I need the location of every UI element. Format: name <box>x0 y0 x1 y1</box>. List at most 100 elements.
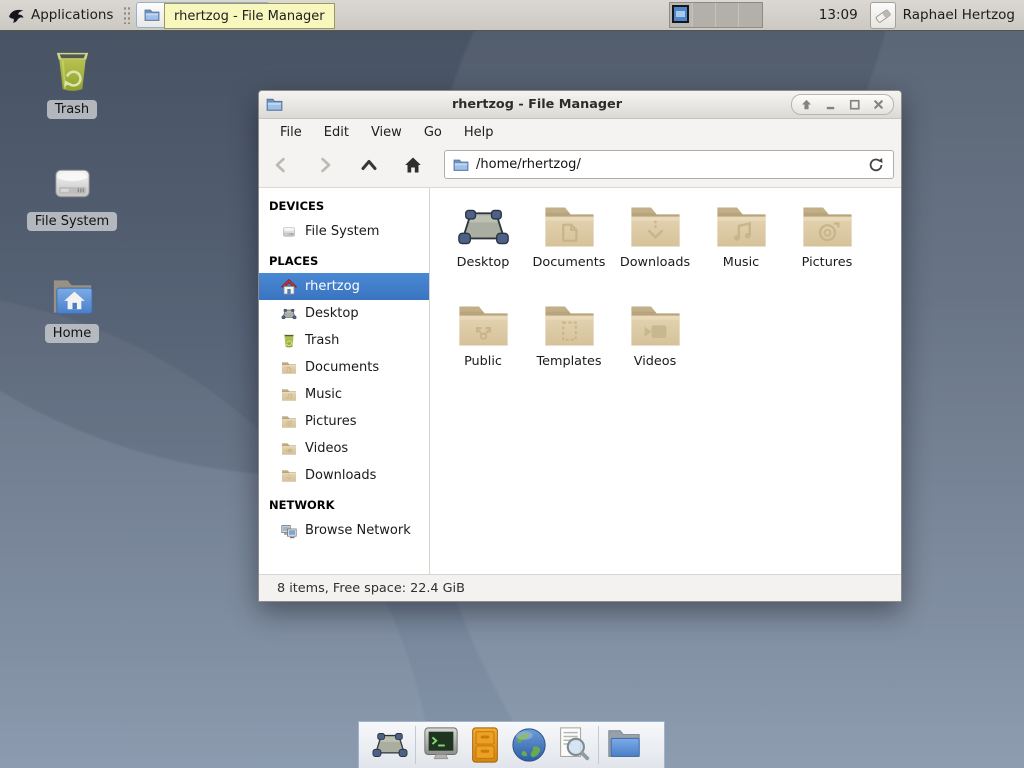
user-icon <box>875 7 891 23</box>
sidebar-item-trash[interactable]: Trash <box>259 327 429 354</box>
home-button[interactable] <box>398 151 428 179</box>
dock <box>358 721 665 768</box>
globe-icon <box>510 726 548 764</box>
home-icon <box>403 155 423 175</box>
network-icon <box>281 523 297 539</box>
sidebar-item-label: Videos <box>305 441 349 456</box>
file-public[interactable]: Public <box>440 297 526 396</box>
dock-show-desktop-button[interactable] <box>368 725 412 765</box>
file-desktop[interactable]: Desktop <box>440 198 526 297</box>
workspace-switcher <box>668 2 763 28</box>
file-label: Templates <box>536 354 602 369</box>
sidebar-item-file-system[interactable]: File System <box>259 218 429 245</box>
user-name[interactable]: Raphael Hertzog <box>903 7 1015 23</box>
top-panel: Applications rhertzog - File Manager rhe… <box>0 0 1024 31</box>
file-downloads[interactable]: Downloads <box>612 198 698 297</box>
sidebar-item-browse-network[interactable]: Browse Network <box>259 517 429 544</box>
blue-folder-icon <box>605 726 643 764</box>
file-templates[interactable]: Templates <box>526 297 612 396</box>
close-button[interactable] <box>871 97 886 112</box>
sidebar-item-desktop[interactable]: Desktop <box>259 300 429 327</box>
dock-file-cabinet-button[interactable] <box>463 725 507 765</box>
sidebar-item-videos[interactable]: Videos <box>259 435 429 462</box>
menu-help[interactable]: Help <box>453 123 505 142</box>
sidebar-item-label: Trash <box>305 333 340 348</box>
sidebar: DEVICES File System PLACES rhertzog Desk… <box>259 188 430 574</box>
file-label: Music <box>722 255 760 270</box>
file-label: Pictures <box>801 255 853 270</box>
sidebar-item-pictures[interactable]: Pictures <box>259 408 429 435</box>
sidebar-item-downloads[interactable]: Downloads <box>259 462 429 489</box>
sidebar-item-rhertzog[interactable]: rhertzog <box>259 273 429 300</box>
file-videos[interactable]: Videos <box>612 297 698 396</box>
sidebar-header-places: PLACES <box>269 254 319 268</box>
trash-icon <box>49 50 96 94</box>
shade-button[interactable] <box>799 97 814 112</box>
workspace-3[interactable] <box>715 3 739 27</box>
reload-button[interactable] <box>867 156 885 174</box>
desktop-icon-label: Trash <box>46 100 98 119</box>
file-label: Documents <box>532 255 606 270</box>
toolbar: /home/rhertzog/ <box>259 147 901 187</box>
desktop-icon-file-system[interactable]: File System <box>24 162 120 231</box>
documents-folder-icon <box>281 360 297 376</box>
dock-terminal-button[interactable] <box>419 725 463 765</box>
menu-go[interactable]: Go <box>413 123 453 142</box>
file-music[interactable]: Music <box>698 198 784 297</box>
terminal-icon <box>422 726 460 764</box>
templates-folder-icon <box>542 301 597 351</box>
user-action-button[interactable] <box>869 1 896 29</box>
file-documents[interactable]: Documents <box>526 198 612 297</box>
clock[interactable]: 13:09 <box>819 7 858 23</box>
icon-grid: Desktop Documents Downloads Music Pictur… <box>440 198 901 396</box>
downloads-folder-icon <box>628 202 683 252</box>
applications-menu[interactable]: Applications <box>0 0 121 30</box>
menu-view[interactable]: View <box>360 123 413 142</box>
file-label: Downloads <box>619 255 691 270</box>
file-view[interactable]: Desktop Documents Downloads Music Pictur… <box>430 188 901 574</box>
minimize-button[interactable] <box>823 97 838 112</box>
sidebar-item-label: Downloads <box>305 468 377 483</box>
documents-folder-icon <box>542 202 597 252</box>
sidebar-item-documents[interactable]: Documents <box>259 354 429 381</box>
menubar: File Edit View Go Help <box>259 119 901 147</box>
sidebar-item-label: rhertzog <box>305 279 360 294</box>
dock-file-manager-button[interactable] <box>602 725 646 765</box>
workspace-2[interactable] <box>692 3 716 27</box>
desktop-icon-trash[interactable]: Trash <box>24 50 120 119</box>
back-button[interactable] <box>266 151 296 179</box>
tasklist-grip[interactable] <box>123 6 131 24</box>
desktop-icon-label: File System <box>26 212 118 231</box>
sidebar-item-music[interactable]: Music <box>259 381 429 408</box>
location-folder-icon <box>453 157 469 173</box>
window-title: rhertzog - File Manager <box>451 97 623 112</box>
workspace-window-thumbnail <box>671 5 689 23</box>
dock-web-browser-button[interactable] <box>507 725 551 765</box>
pictures-folder-icon <box>281 414 297 430</box>
forward-button[interactable] <box>310 151 340 179</box>
titlebar[interactable]: rhertzog - File Manager <box>259 91 901 119</box>
workspace-1[interactable] <box>669 3 693 27</box>
workspace-4[interactable] <box>738 3 762 27</box>
file-label: Desktop <box>456 255 510 270</box>
up-button[interactable] <box>354 151 384 179</box>
file-manager-window: rhertzog - File Manager File Edit View G… <box>258 90 902 602</box>
trash-icon <box>281 333 297 349</box>
file-label: Videos <box>633 354 677 369</box>
location-path[interactable]: /home/rhertzog/ <box>476 157 581 172</box>
desktop-icon-home[interactable]: Home <box>24 274 120 343</box>
dock-search-files-button[interactable] <box>551 725 595 765</box>
pictures-folder-icon <box>800 202 855 252</box>
file-pictures[interactable]: Pictures <box>784 198 870 297</box>
location-bar[interactable]: /home/rhertzog/ <box>444 150 894 179</box>
forward-icon <box>315 155 335 175</box>
desktop-icon <box>281 306 297 322</box>
applications-label: Applications <box>31 7 114 23</box>
menu-edit[interactable]: Edit <box>313 123 360 142</box>
menu-file[interactable]: File <box>269 123 313 142</box>
window-body: DEVICES File System PLACES rhertzog Desk… <box>259 187 901 574</box>
sidebar-header-network: NETWORK <box>269 498 335 512</box>
maximize-button[interactable] <box>847 97 862 112</box>
file-label: Public <box>464 354 502 369</box>
search-document-icon <box>554 726 592 764</box>
